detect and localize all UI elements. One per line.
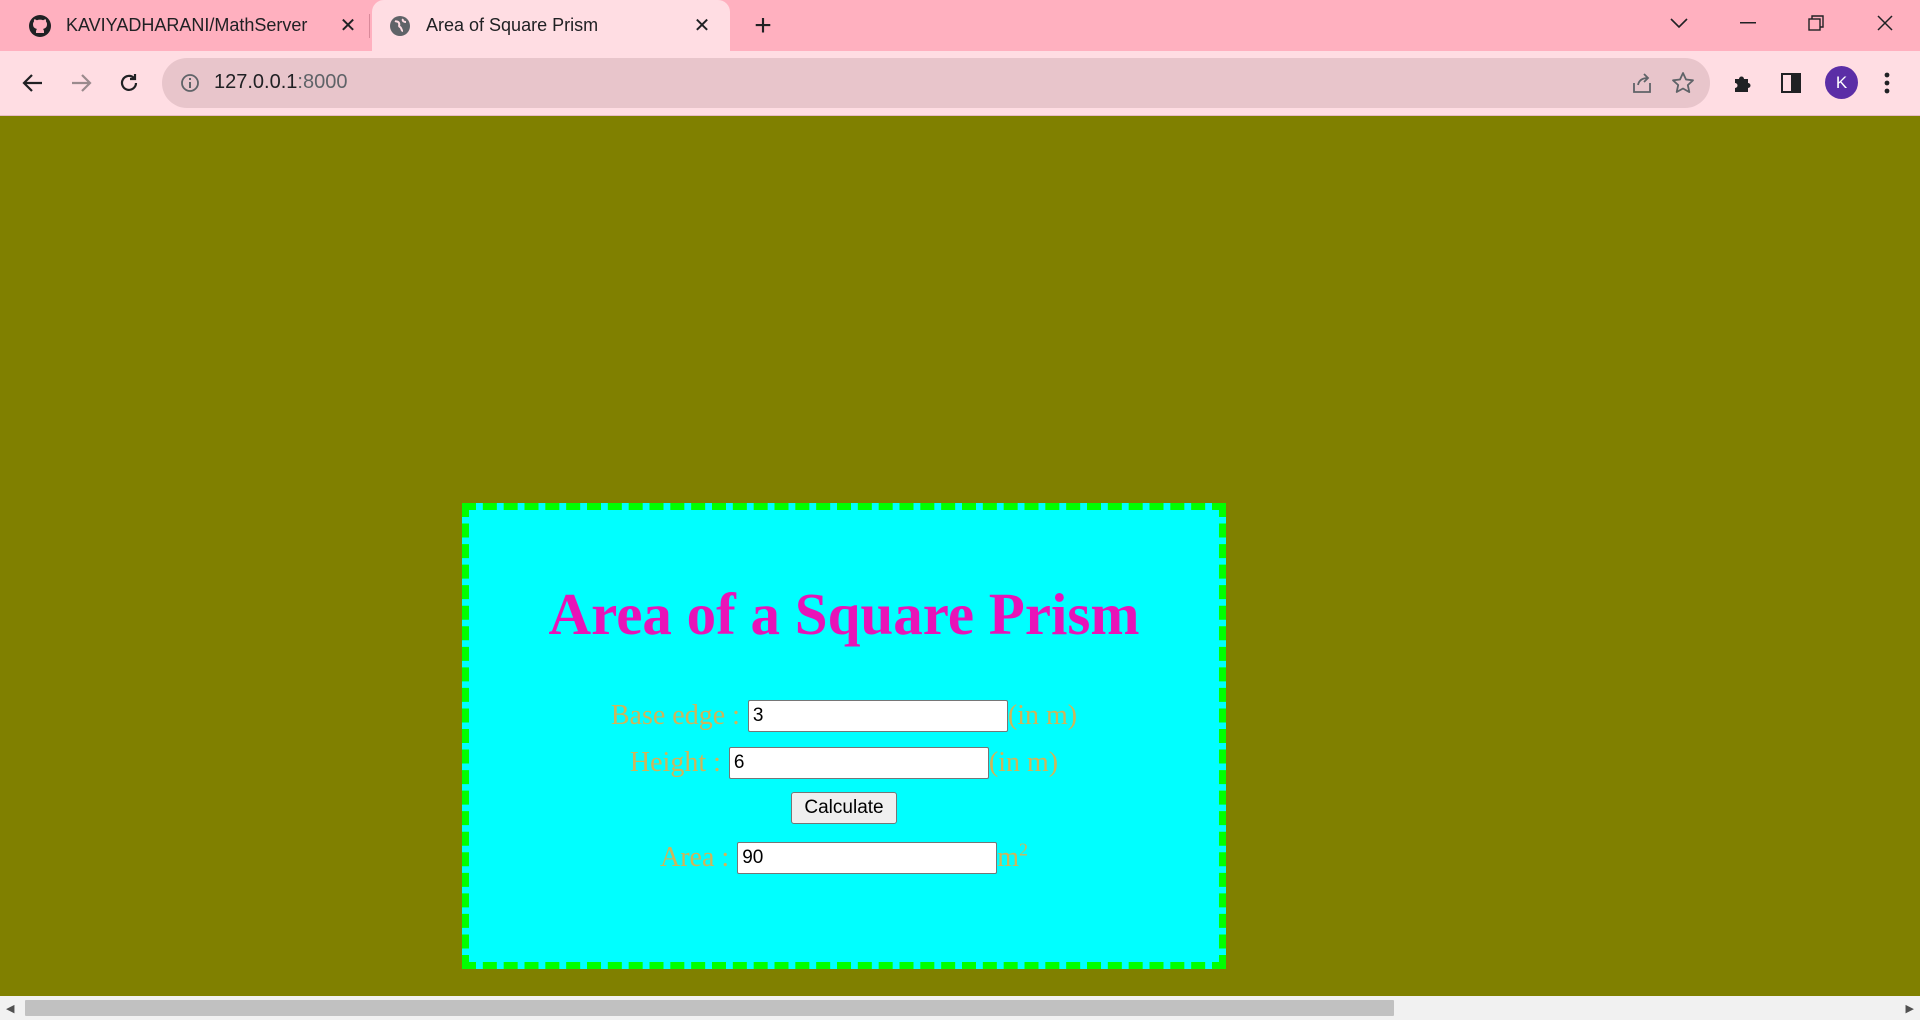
reload-icon[interactable] xyxy=(112,66,146,100)
profile-avatar[interactable]: K xyxy=(1825,66,1858,99)
minimize-icon[interactable] xyxy=(1730,8,1766,38)
share-icon[interactable] xyxy=(1630,71,1654,95)
height-row: Height : (in m) xyxy=(469,747,1219,779)
base-edge-label: Base edge : xyxy=(610,700,740,731)
tab-strip: KAVIYADHARANI/MathServer ✕ Area of Squar… xyxy=(0,0,1920,51)
calculator-panel: Area of a Square Prism Base edge : (in m… xyxy=(462,503,1226,969)
tab-github[interactable]: KAVIYADHARANI/MathServer ✕ xyxy=(28,0,360,51)
back-arrow-icon[interactable] xyxy=(16,66,50,100)
close-tab-icon[interactable]: ✕ xyxy=(690,14,714,38)
area-row: Area : m2 xyxy=(469,839,1219,874)
url-host: 127.0.0.1 xyxy=(214,71,298,93)
calculate-button[interactable]: Calculate xyxy=(791,792,897,824)
area-unit-base: m xyxy=(997,842,1019,873)
tab-separator xyxy=(369,14,370,38)
menu-kebab-icon[interactable] xyxy=(1870,66,1904,100)
forward-arrow-icon[interactable] xyxy=(64,66,98,100)
browser-toolbar: 127.0.0.1:8000 K xyxy=(0,51,1920,116)
height-input[interactable] xyxy=(728,747,989,779)
bookmark-star-icon[interactable] xyxy=(1670,70,1696,96)
area-output[interactable] xyxy=(737,842,998,874)
tab-search-chevron-icon[interactable] xyxy=(1661,8,1697,38)
url-port: :8000 xyxy=(297,71,348,93)
url-text: 127.0.0.1:8000 xyxy=(214,71,347,94)
close-window-icon[interactable] xyxy=(1867,8,1903,38)
tab-title: Area of Square Prism xyxy=(426,15,599,35)
scroll-right-arrow-icon[interactable]: ▶ xyxy=(1906,1002,1914,1015)
scrollbar-thumb[interactable] xyxy=(25,1000,1394,1016)
site-info-icon[interactable] xyxy=(178,71,202,95)
extensions-puzzle-icon[interactable] xyxy=(1726,66,1760,100)
page-title: Area of a Square Prism xyxy=(548,581,1140,647)
height-label: Height : xyxy=(629,747,721,778)
scroll-left-arrow-icon[interactable]: ◀ xyxy=(6,1002,14,1015)
base-edge-input[interactable] xyxy=(747,700,1008,732)
horizontal-scrollbar[interactable]: ◀ ▶ xyxy=(0,996,1920,1020)
tab-area-of-square-prism[interactable]: Area of Square Prism ✕ xyxy=(372,0,730,51)
github-icon xyxy=(28,14,52,38)
restore-icon[interactable] xyxy=(1798,8,1834,38)
area-unit: m2 xyxy=(997,839,1028,874)
area-label: Area : xyxy=(660,842,730,873)
tab-title: KAVIYADHARANI/MathServer xyxy=(66,15,308,35)
height-unit: (in m) xyxy=(988,747,1059,778)
address-bar[interactable]: 127.0.0.1:8000 xyxy=(162,58,1710,108)
close-tab-icon[interactable]: ✕ xyxy=(336,14,360,38)
base-edge-row: Base edge : (in m) xyxy=(469,700,1219,732)
base-edge-unit: (in m) xyxy=(1007,700,1078,731)
new-tab-icon[interactable]: + xyxy=(749,9,777,42)
calculate-row: Calculate xyxy=(469,792,1219,824)
side-panel-icon[interactable] xyxy=(1774,66,1808,100)
area-unit-exponent: 2 xyxy=(1018,839,1028,860)
page-viewport: Area of a Square Prism Base edge : (in m… xyxy=(0,116,1920,996)
globe-icon xyxy=(388,14,412,38)
